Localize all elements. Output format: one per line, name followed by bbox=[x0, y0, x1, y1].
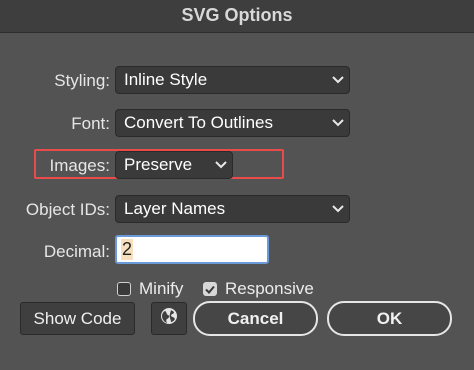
responsive-label: Responsive bbox=[225, 279, 314, 298]
images-value: Preserve bbox=[124, 155, 193, 174]
chevron-down-icon bbox=[327, 205, 349, 213]
styling-value: Inline Style bbox=[124, 70, 208, 89]
font-label: Font: bbox=[71, 114, 110, 133]
minify-label: Minify bbox=[139, 279, 184, 298]
object-ids-label: Object IDs: bbox=[25, 200, 110, 219]
chevron-down-icon bbox=[327, 76, 349, 84]
checkbox-box bbox=[117, 282, 131, 296]
minify-checkbox[interactable]: Minify bbox=[117, 279, 183, 299]
web-preview-button[interactable] bbox=[151, 302, 187, 335]
chevron-down-icon bbox=[327, 119, 349, 127]
decimal-value: 2 bbox=[121, 239, 134, 260]
title-bar: SVG Options bbox=[0, 0, 474, 33]
font-select[interactable]: Convert To Outlines bbox=[115, 109, 350, 137]
responsive-checkbox[interactable]: Responsive bbox=[203, 279, 314, 299]
globe-icon bbox=[159, 306, 179, 331]
object-ids-value: Layer Names bbox=[124, 199, 226, 218]
styling-label: Styling: bbox=[54, 71, 110, 90]
ok-button[interactable]: OK bbox=[327, 301, 452, 336]
object-ids-select[interactable]: Layer Names bbox=[115, 195, 350, 223]
styling-select[interactable]: Inline Style bbox=[115, 66, 350, 94]
cancel-button[interactable]: Cancel bbox=[193, 301, 318, 336]
images-select[interactable]: Preserve bbox=[115, 151, 233, 179]
decimal-label: Decimal: bbox=[43, 242, 110, 261]
dialog-title: SVG Options bbox=[181, 5, 293, 25]
images-label: Images: bbox=[49, 156, 110, 175]
chevron-down-icon bbox=[210, 161, 232, 169]
decimal-input[interactable]: 2 bbox=[115, 235, 269, 264]
font-value: Convert To Outlines bbox=[124, 113, 273, 132]
checkmark-icon bbox=[203, 282, 217, 296]
show-code-button[interactable]: Show Code bbox=[20, 302, 135, 335]
